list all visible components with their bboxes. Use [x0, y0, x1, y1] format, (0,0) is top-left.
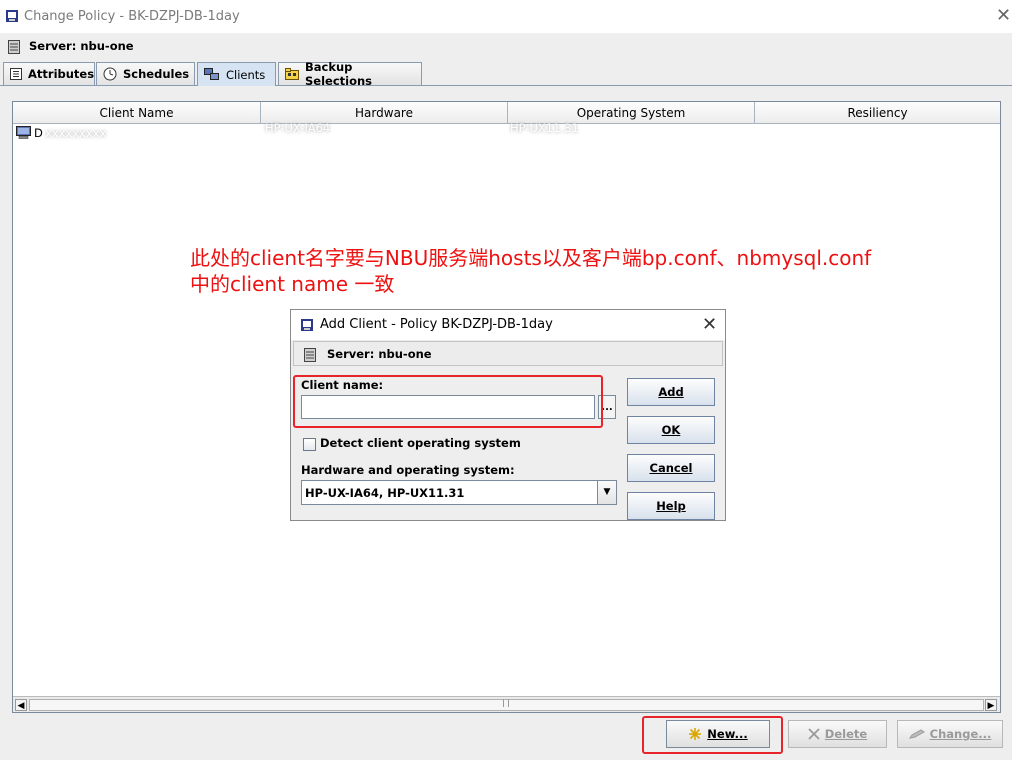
hw-os-select[interactable]: HP-UX-IA64, HP-UX11.31 ▼ — [301, 480, 617, 505]
folder-icon — [285, 68, 299, 80]
hardware-cell: HP-UX-IA64 — [265, 121, 331, 135]
window-close-icon[interactable]: ✕ — [996, 6, 1012, 26]
tab-bar: Attributes Schedules Clients Backup Sele… — [0, 60, 1012, 88]
scroll-left-icon[interactable]: ◀ — [15, 699, 27, 711]
tab-schedules[interactable]: Schedules — [96, 62, 195, 85]
table-row[interactable]: D xxxxxxxxx HP-UX-IA64 HP-UX11.31 — [13, 121, 1000, 142]
detect-os-checkbox[interactable] — [303, 438, 316, 451]
delete-x-icon — [808, 728, 820, 740]
app-icon — [6, 10, 18, 22]
list-icon — [10, 68, 22, 80]
annotation-line-2: 中的client name 一致 — [190, 272, 395, 296]
computers-icon — [204, 68, 219, 80]
table-header: Client Name Hardware Operating System Re… — [13, 102, 1000, 124]
delete-button[interactable]: Delete — [788, 720, 887, 748]
dialog-title-bar: Add Client - Policy BK-DZPJ-DB-1day ✕ — [291, 310, 725, 340]
scroll-right-icon[interactable]: ▶ — [985, 699, 997, 711]
tab-clients[interactable]: Clients — [197, 62, 276, 86]
client-name-obscured: xxxxxxxxx — [45, 126, 107, 140]
dialog-title: Add Client - Policy BK-DZPJ-DB-1day — [320, 317, 553, 332]
tab-label: Clients — [226, 67, 266, 82]
column-client-name[interactable]: Client Name — [13, 102, 261, 124]
detect-os-label: Detect client operating system — [320, 436, 521, 450]
horizontal-scrollbar[interactable]: ◀ ▶ — [13, 696, 1000, 712]
ok-button[interactable]: OK — [627, 416, 715, 444]
dialog-server-bar: Server: nbu-one — [293, 341, 723, 366]
help-button[interactable]: Help — [627, 492, 715, 520]
tab-label: Backup Selections — [305, 60, 373, 88]
dialog-server-label: Server: nbu-one — [327, 347, 432, 361]
server-icon — [8, 40, 20, 54]
window-title: Change Policy - BK-DZPJ-DB-1day — [24, 9, 240, 24]
change-button[interactable]: Change... — [897, 720, 1003, 748]
cancel-button[interactable]: Cancel — [627, 454, 715, 482]
dialog-close-icon[interactable]: ✕ — [702, 314, 717, 335]
server-label: Server: nbu-one — [29, 39, 134, 53]
hw-os-label: Hardware and operating system: — [301, 463, 515, 477]
window-title-bar: Change Policy - BK-DZPJ-DB-1day ✕ — [0, 0, 1012, 33]
new-button-highlight — [642, 716, 783, 754]
delete-button-label: Delete — [824, 727, 868, 741]
os-cell: HP-UX11.31 — [510, 121, 579, 135]
clock-icon — [103, 67, 117, 81]
client-computer-icon — [16, 126, 31, 139]
hw-os-selected-value: HP-UX-IA64, HP-UX11.31 — [305, 486, 465, 500]
change-button-label: Change... — [929, 727, 992, 741]
server-bar: Server: nbu-one — [0, 33, 1012, 60]
pencil-icon — [908, 729, 925, 739]
server-icon — [304, 348, 316, 362]
annotation-note: 此处的client名字要与NBU服务端hosts以及客户端bp.conf、nbm… — [190, 245, 910, 297]
client-name-cell: D — [34, 126, 43, 140]
dialog-app-icon — [301, 319, 313, 331]
tab-backup-selections[interactable]: Backup Selections — [278, 60, 422, 88]
annotation-line-1: 此处的client名字要与NBU服务端hosts以及客户端bp.conf、nbm… — [190, 246, 872, 270]
add-button[interactable]: Add — [627, 378, 715, 406]
tab-label: Attributes — [28, 67, 95, 81]
column-resiliency[interactable]: Resiliency — [755, 102, 1000, 124]
scroll-grip-icon — [503, 699, 509, 707]
tab-attributes[interactable]: Attributes — [3, 62, 95, 85]
chevron-down-icon[interactable]: ▼ — [597, 481, 616, 504]
client-name-highlight — [293, 375, 603, 428]
tab-label: Schedules — [123, 67, 190, 81]
